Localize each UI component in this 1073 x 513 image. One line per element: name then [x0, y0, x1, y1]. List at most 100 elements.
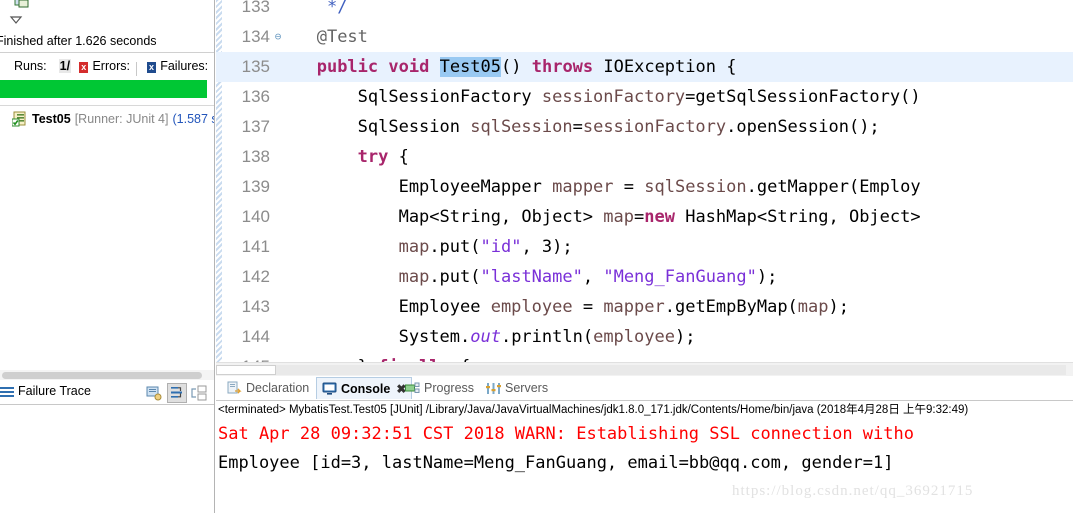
junit-counters: Runs: 1/ x Errors: x Failures: — [0, 53, 214, 79]
code-line[interactable]: 145 } finally { — [216, 352, 1073, 362]
line-number: 135 — [241, 57, 270, 76]
tab-console[interactable]: Console ✖ — [316, 377, 413, 399]
runs-value: 1/ — [58, 59, 72, 73]
tab-declaration[interactable]: Declaration — [222, 377, 314, 399]
code-token: "lastName" — [480, 267, 583, 287]
progress-icon — [405, 381, 420, 396]
tab-servers[interactable]: Servers — [481, 377, 553, 399]
code-line[interactable]: 141 map.put("id", 3); — [216, 232, 1073, 262]
code-token: */ — [326, 0, 348, 17]
code-text: */ — [286, 0, 347, 22]
junit-tree-item-name: Test05 — [32, 112, 71, 126]
code-text: SqlSessionFactory sessionFactory=getSqlS… — [286, 82, 921, 112]
line-number: 136 — [241, 87, 270, 106]
scrollbar-track[interactable] — [276, 365, 1066, 375]
junit-test-tree[interactable]: Test05 [Runner: JUnit 4] (1.587 s) — [0, 106, 214, 368]
code-line[interactable]: 144 System.out.println(employee); — [216, 322, 1073, 352]
filter-stack-trace-button[interactable] — [167, 383, 187, 403]
line-number: 142 — [241, 267, 270, 286]
code-token: map — [797, 297, 829, 317]
junit-summary-text: Finished after 1.626 seconds — [0, 34, 157, 48]
line-number: 133 — [241, 0, 270, 16]
collapse-arrow-icon[interactable] — [8, 12, 24, 28]
code-text: SqlSession sqlSession=sessionFactory.ope… — [286, 112, 880, 142]
code-token: = — [572, 297, 604, 317]
code-token: ); — [828, 297, 849, 317]
failure-trace-icon — [0, 386, 14, 399]
fold-collapse-icon[interactable]: ⊖ — [272, 22, 284, 52]
junit-progress-bar — [0, 80, 207, 98]
code-text: public void Test05() throws IOException … — [286, 52, 736, 82]
tab-progress[interactable]: Progress — [400, 377, 479, 399]
console-warning-line: Sat Apr 28 09:32:51 CST 2018 WARN: Estab… — [218, 424, 914, 444]
compare-results-button[interactable] — [191, 385, 207, 401]
console-tab-bar: Declaration Console ✖ Progress Servers — [216, 376, 1073, 400]
junit-tree-item-runner: [Runner: JUnit 4] — [74, 112, 169, 126]
code-text: Map<String, Object> map=new HashMap<Stri… — [286, 202, 921, 232]
code-line[interactable]: 134 ⊖ @Test — [216, 22, 1073, 52]
code-token: sqlSession — [644, 177, 747, 197]
code-line[interactable]: 143 Employee employee = mapper.getEmpByM… — [216, 292, 1073, 322]
code-token: EmployeeMapper — [286, 177, 553, 197]
code-token: @Test — [316, 27, 368, 47]
code-line[interactable]: 133 */ — [216, 0, 1073, 22]
view-menu-icon[interactable] — [14, 0, 30, 10]
selected-token: Test05 — [439, 57, 502, 77]
junit-tree-item[interactable]: Test05 [Runner: JUnit 4] (1.587 s) — [11, 111, 214, 127]
copy-trace-button[interactable] — [146, 385, 162, 401]
code-token: .openSession(); — [726, 117, 880, 137]
code-line[interactable]: 142 map.put("lastName", "Meng_FanGuang")… — [216, 262, 1073, 292]
code-token: sqlSession — [470, 117, 573, 137]
code-token: SqlSessionFactory — [286, 87, 542, 107]
runs-label: Runs: — [14, 59, 47, 73]
code-token: sessionFactory — [541, 87, 686, 107]
line-number: 138 — [241, 147, 270, 166]
code-token: .println( — [500, 327, 594, 347]
code-token: void — [388, 57, 430, 77]
code-line[interactable]: 139 EmployeeMapper mapper = sqlSession.g… — [216, 172, 1073, 202]
editor-horizontal-scrollbar[interactable] — [216, 362, 1073, 376]
junit-tree-horizontal-scrollbar[interactable] — [0, 370, 214, 380]
code-line[interactable]: 136 SqlSessionFactory sessionFactory=get… — [216, 82, 1073, 112]
code-token: , 3); — [521, 237, 573, 257]
code-token: () — [501, 57, 532, 77]
code-token: = — [572, 117, 583, 137]
code-line[interactable]: 140 Map<String, Object> map=new HashMap<… — [216, 202, 1073, 232]
tab-label: Console — [341, 381, 391, 396]
code-line[interactable]: 135 public void Test05() throws IOExcept… — [216, 52, 1073, 82]
line-number: 141 — [241, 237, 270, 256]
watermark-text: https://blog.csdn.net/qq_36921715 — [732, 483, 974, 499]
servers-icon — [486, 381, 501, 396]
code-token: ); — [756, 267, 778, 287]
errors-badge-icon: x — [79, 61, 89, 73]
line-number: 145 — [222, 352, 270, 362]
junit-view-toolbar — [0, 0, 214, 30]
code-token: .getMapper(Employ — [746, 177, 921, 197]
code-line[interactable]: 138 try { — [216, 142, 1073, 172]
code-token: =getSqlSessionFactory() — [685, 87, 921, 107]
code-token: employee — [490, 297, 573, 317]
console-icon — [322, 381, 337, 396]
code-token: map — [398, 267, 430, 287]
code-token: map — [603, 207, 634, 227]
java-code-editor[interactable]: 133 */134 ⊖ @Test 135 public void Test05()… — [216, 0, 1073, 362]
code-token: map — [398, 237, 430, 257]
code-line[interactable]: 137 SqlSession sqlSession=sessionFactory… — [216, 112, 1073, 142]
scrollbar-thumb[interactable] — [216, 365, 276, 375]
junit-tree-item-time: (1.587 s) — [172, 112, 214, 126]
code-token: Employee — [286, 297, 491, 317]
tab-label: Servers — [505, 381, 549, 395]
code-text: map.put("id", 3); — [286, 232, 573, 262]
console-launch-description: <terminated> MybatisTest.Test05 [JUnit] … — [218, 404, 969, 416]
scrollbar-thumb[interactable] — [2, 372, 202, 379]
code-token: SqlSession — [286, 117, 471, 137]
code-token: employee — [593, 327, 675, 347]
code-token: "id" — [480, 237, 522, 257]
junit-summary: Finished after 1.626 seconds — [0, 30, 214, 52]
